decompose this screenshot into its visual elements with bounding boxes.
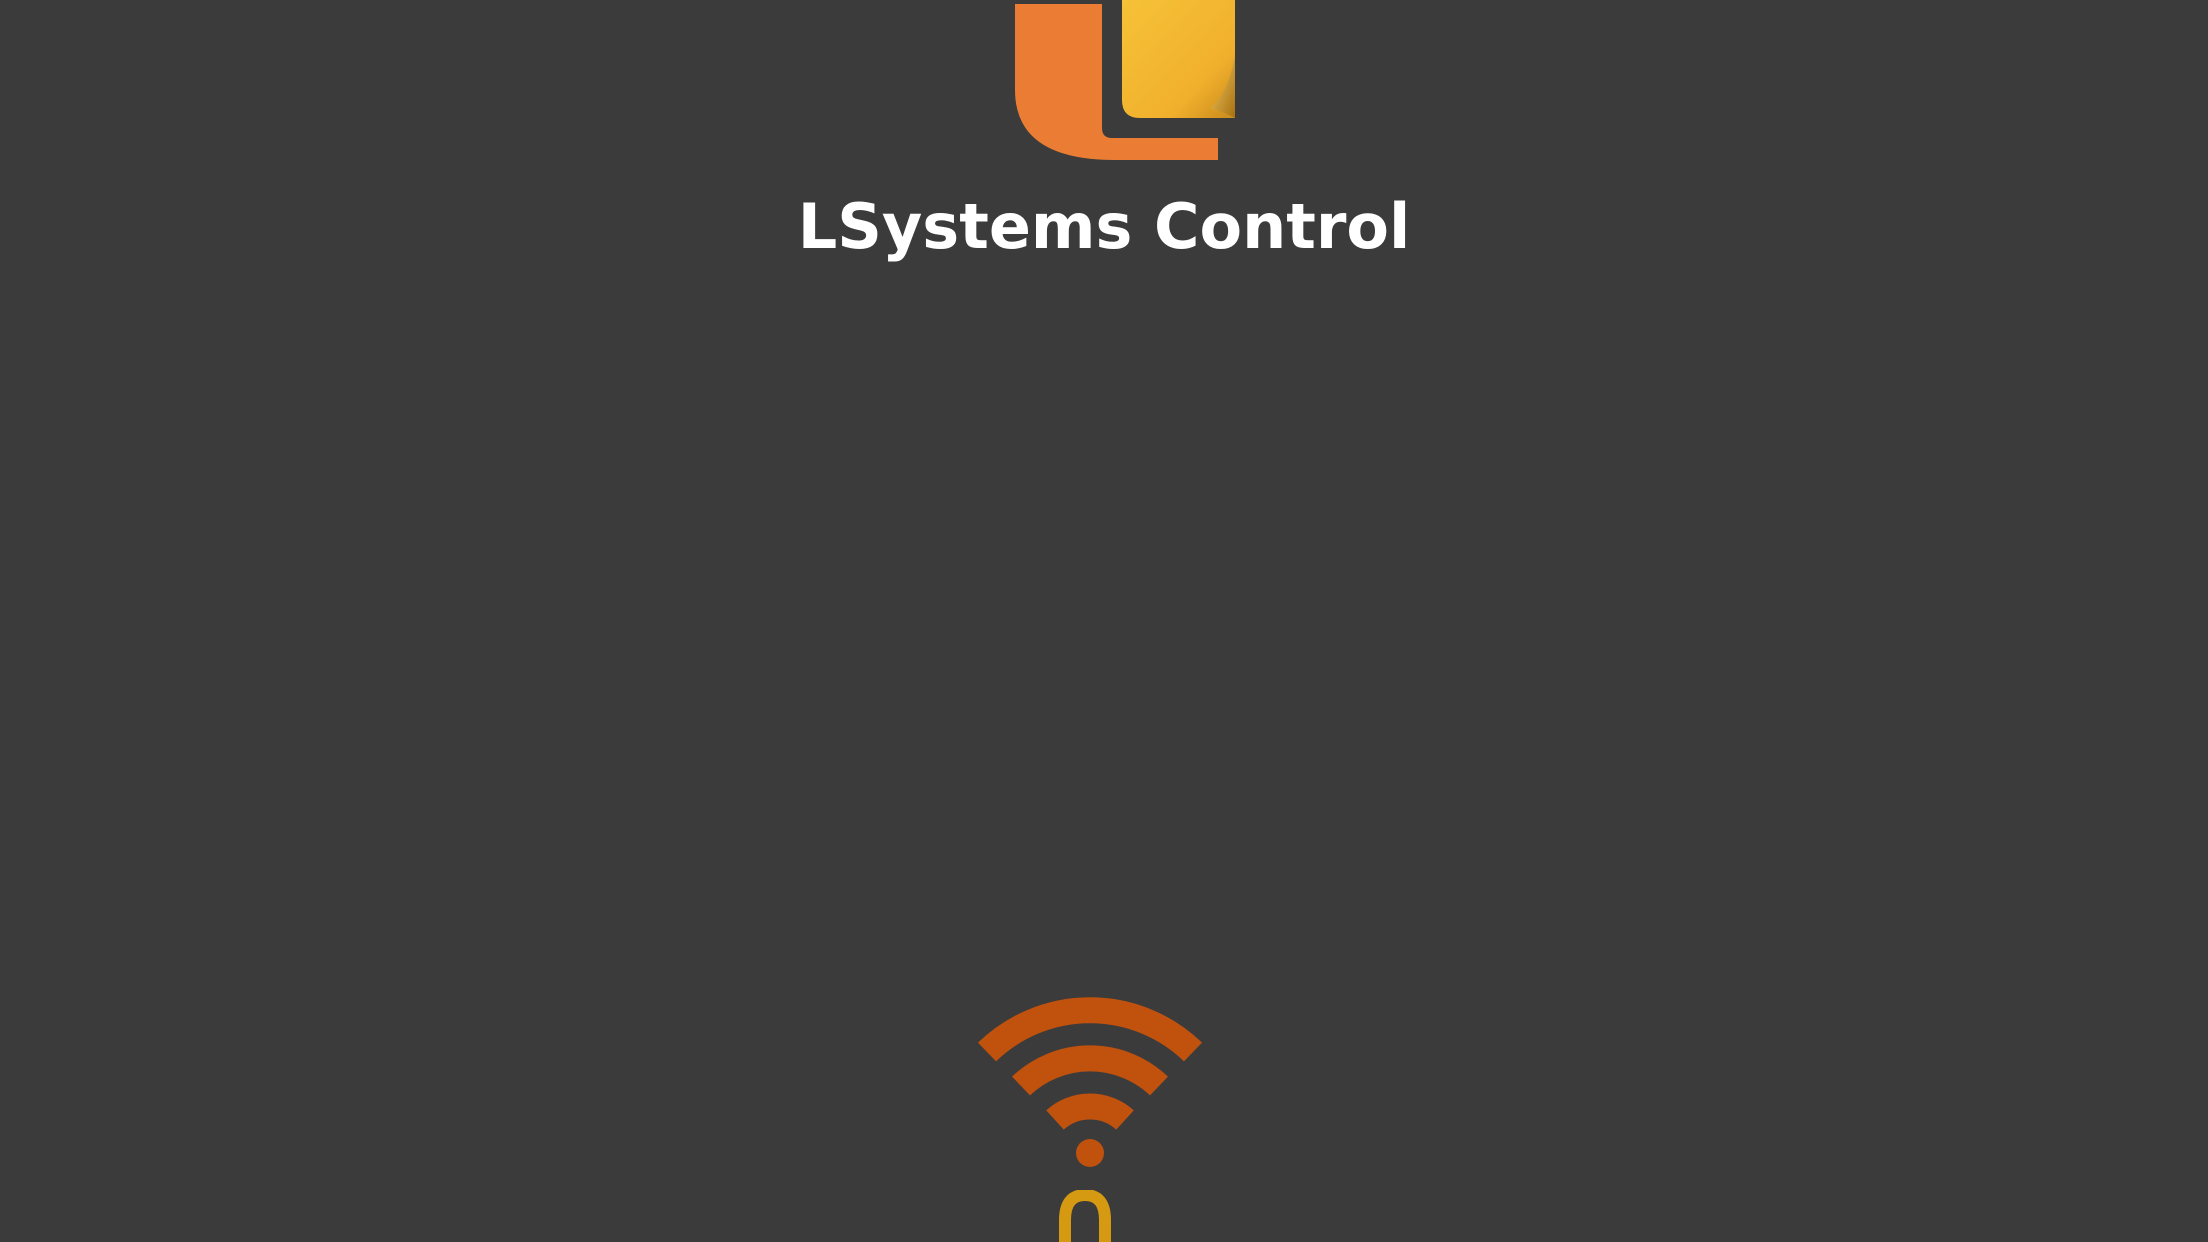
wifi-icon (977, 997, 1203, 1167)
app-title: LSystems Control (797, 190, 1411, 263)
splash-screen: LSystems Control (0, 0, 2208, 1242)
touch-finger-icon (1059, 1190, 1111, 1242)
app-logo (1015, 0, 1235, 160)
